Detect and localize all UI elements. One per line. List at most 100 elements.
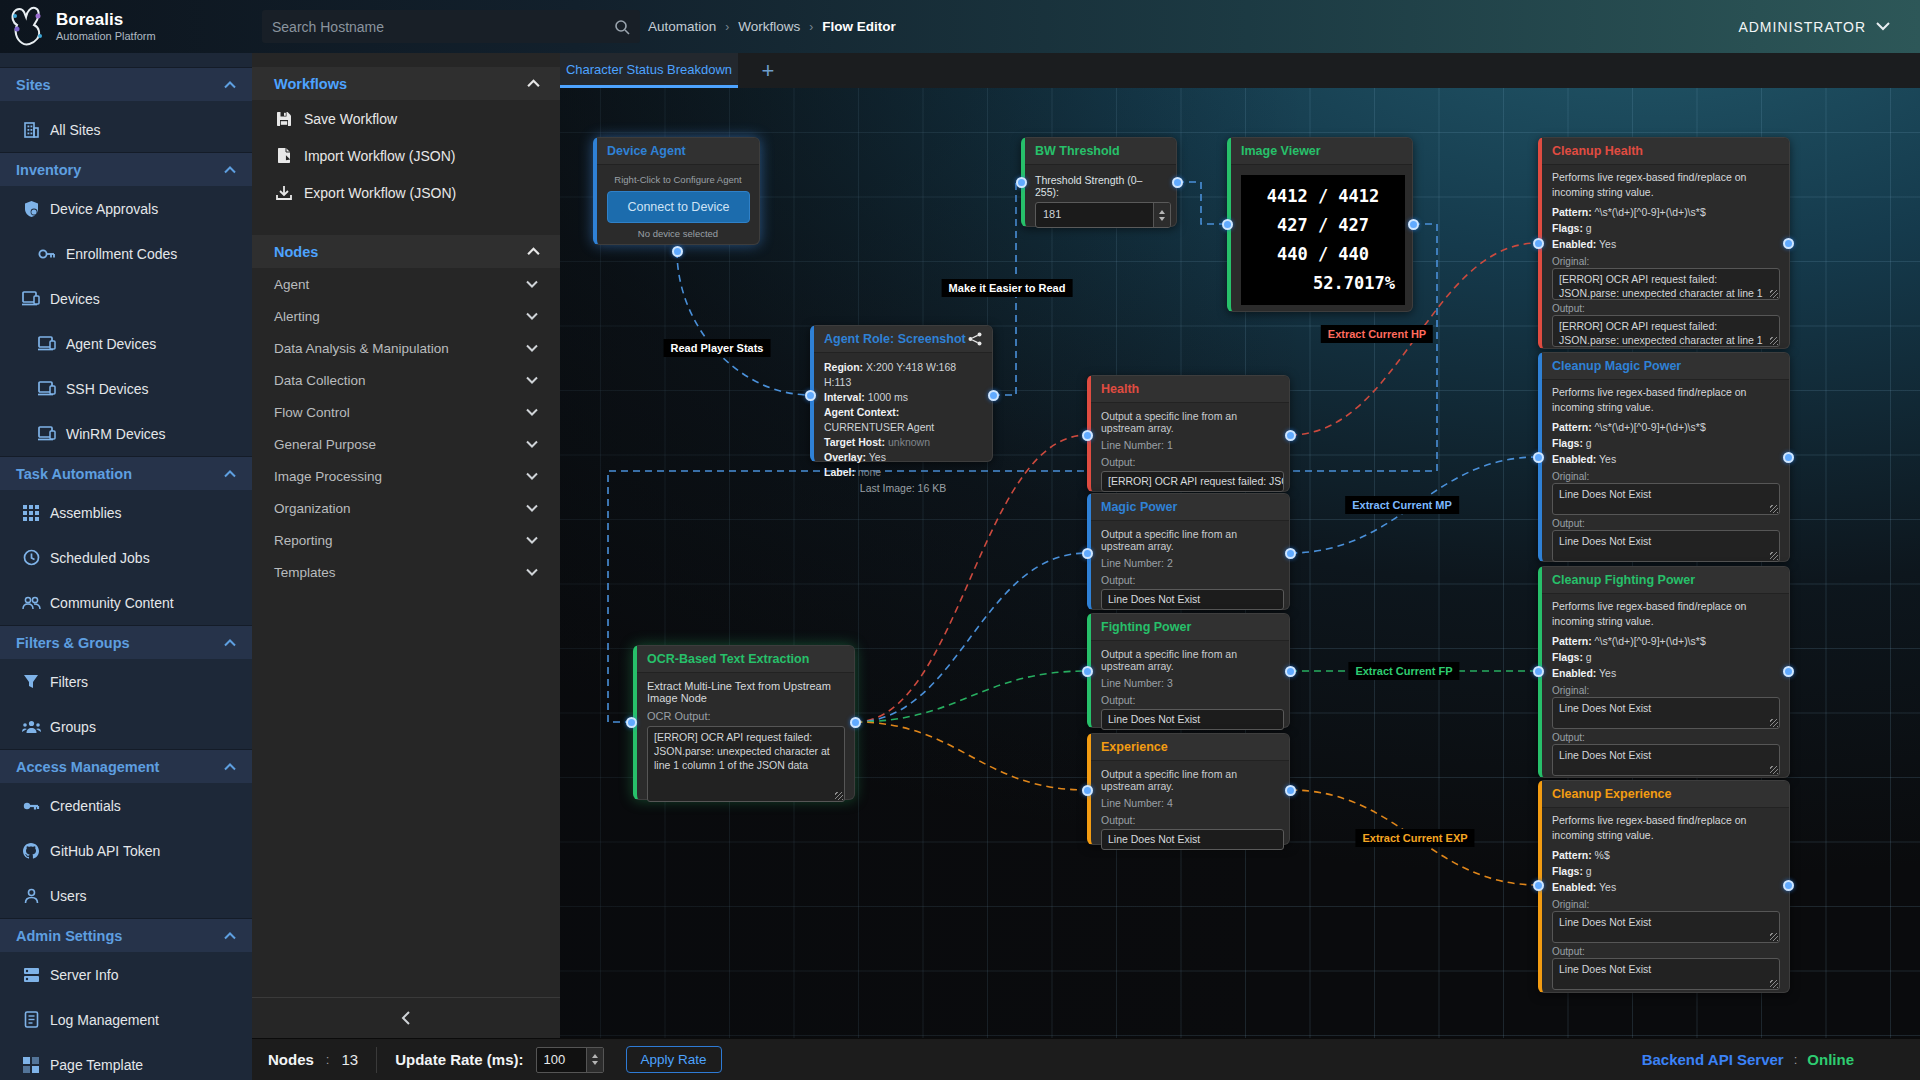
port-cleanup-exp-in[interactable]: [1533, 880, 1544, 891]
node-category-reporting[interactable]: Reporting: [252, 524, 560, 556]
port-cleanup-health-out[interactable]: [1783, 238, 1794, 249]
share-icon[interactable]: [968, 332, 982, 346]
sidebar-header-sites[interactable]: Sites: [0, 68, 252, 101]
port-cleanup-magic-out[interactable]: [1783, 452, 1794, 463]
cleanup-fighting-original[interactable]: Line Does Not Exist: [1552, 697, 1780, 729]
node-bw-threshold[interactable]: BW Threshold Threshold Strength (0–255):…: [1021, 137, 1177, 227]
node-magic-power[interactable]: Magic Power Output a specific line from …: [1087, 493, 1290, 610]
threshold-input[interactable]: 181: [1035, 202, 1171, 228]
node-health[interactable]: Health Output a specific line from an up…: [1087, 375, 1290, 492]
connect-to-device-button[interactable]: Connect to Device: [607, 191, 750, 223]
node-category-data-analysis[interactable]: Data Analysis & Manipulation: [252, 332, 560, 364]
sidebar-item-community-content[interactable]: Community Content: [0, 580, 252, 625]
node-device-agent[interactable]: Device Agent Right-Click to Configure Ag…: [593, 137, 760, 245]
port-screenshot-out[interactable]: [988, 390, 999, 401]
node-category-data-collection[interactable]: Data Collection: [252, 364, 560, 396]
sidebar-item-users[interactable]: Users: [0, 873, 252, 918]
update-rate-input[interactable]: 100: [536, 1047, 604, 1073]
sidebar-item-scheduled-jobs[interactable]: Scheduled Jobs: [0, 535, 252, 580]
cleanup-magic-output[interactable]: Line Does Not Exist: [1552, 530, 1780, 562]
node-cleanup-fighting-power[interactable]: Cleanup Fighting Power Performs live reg…: [1538, 566, 1790, 778]
flow-editor-surface[interactable]: Read Player Stats Make it Easier to Read…: [560, 88, 1920, 1038]
add-tab-button[interactable]: +: [738, 53, 798, 88]
node-category-general-purpose[interactable]: General Purpose: [252, 428, 560, 460]
sidebar-item-log-management[interactable]: Log Management: [0, 997, 252, 1042]
cleanup-magic-original[interactable]: Line Does Not Exist: [1552, 483, 1780, 515]
node-category-image-processing[interactable]: Image Processing: [252, 460, 560, 492]
sidebar-header-access-management[interactable]: Access Management: [0, 750, 252, 783]
node-category-agent[interactable]: Agent: [252, 268, 560, 300]
save-workflow-button[interactable]: Save Workflow: [252, 100, 560, 137]
port-health-out[interactable]: [1285, 430, 1296, 441]
port-fighting-in[interactable]: [1082, 666, 1093, 677]
port-bw-out[interactable]: [1172, 177, 1183, 188]
update-rate-stepper[interactable]: [586, 1048, 603, 1072]
node-cleanup-health[interactable]: Cleanup Health Performs live regex-based…: [1538, 137, 1790, 349]
port-cleanup-health-in[interactable]: [1533, 238, 1544, 249]
sidebar-item-all-sites[interactable]: All Sites: [0, 107, 252, 152]
sidebar-item-github-api-token[interactable]: GitHub API Token: [0, 828, 252, 873]
cleanup-health-original[interactable]: [ERROR] OCR API request failed: JSON.par…: [1552, 268, 1780, 300]
sidebar-item-assemblies[interactable]: Assemblies: [0, 490, 252, 535]
magic-power-output-field[interactable]: Line Does Not Exist: [1101, 589, 1284, 610]
cleanup-health-output[interactable]: [ERROR] OCR API request failed: JSON.par…: [1552, 315, 1780, 347]
sidebar-item-enrollment-codes[interactable]: Enrollment Codes: [0, 231, 252, 276]
sidebar-item-groups[interactable]: Groups: [0, 704, 252, 749]
node-category-flow-control[interactable]: Flow Control: [252, 396, 560, 428]
cleanup-exp-original[interactable]: Line Does Not Exist: [1552, 911, 1780, 943]
node-category-templates[interactable]: Templates: [252, 556, 560, 588]
search-input[interactable]: Search Hostname: [262, 10, 640, 43]
workflows-header[interactable]: Workflows: [252, 67, 560, 100]
port-experience-out[interactable]: [1285, 785, 1296, 796]
nodes-header[interactable]: Nodes: [252, 235, 560, 268]
sidebar-item-credentials[interactable]: Credentials: [0, 783, 252, 828]
export-workflow-button[interactable]: Export Workflow (JSON): [252, 174, 560, 211]
sidebar-header-admin-settings[interactable]: Admin Settings: [0, 919, 252, 952]
sidebar-header-inventory[interactable]: Inventory: [0, 153, 252, 186]
fighting-power-output-field[interactable]: Line Does Not Exist: [1101, 709, 1284, 730]
sidebar-item-device-approvals[interactable]: Device Approvals: [0, 186, 252, 231]
sidebar-header-task-automation[interactable]: Task Automation: [0, 457, 252, 490]
sidebar-item-devices[interactable]: Devices: [0, 276, 252, 321]
node-image-viewer[interactable]: Image Viewer 4412 / 4412 427 / 427 440 /…: [1227, 137, 1413, 312]
node-experience[interactable]: Experience Output a specific line from a…: [1087, 733, 1290, 845]
user-menu[interactable]: ADMINISTRATOR: [1738, 0, 1890, 53]
port-cleanup-fighting-in[interactable]: [1533, 666, 1544, 677]
node-fighting-power[interactable]: Fighting Power Output a specific line fr…: [1087, 613, 1290, 728]
node-cleanup-experience[interactable]: Cleanup Experience Performs live regex-b…: [1538, 780, 1790, 993]
port-device-agent-out[interactable]: [672, 246, 683, 257]
port-health-in[interactable]: [1082, 430, 1093, 441]
port-cleanup-magic-in[interactable]: [1533, 452, 1544, 463]
port-fighting-out[interactable]: [1285, 666, 1296, 677]
port-bw-in[interactable]: [1016, 177, 1027, 188]
port-ocr-in[interactable]: [626, 717, 637, 728]
tab-character-status-breakdown[interactable]: Character Status Breakdown: [560, 53, 738, 88]
port-cleanup-exp-out[interactable]: [1783, 880, 1794, 891]
sidebar-item-ssh-devices[interactable]: SSH Devices: [0, 366, 252, 411]
sidebar-item-server-info[interactable]: Server Info: [0, 952, 252, 997]
port-experience-in[interactable]: [1082, 785, 1093, 796]
port-magic-out[interactable]: [1285, 548, 1296, 559]
port-viewer-in[interactable]: [1222, 219, 1233, 230]
sidebar-item-agent-devices[interactable]: Agent Devices: [0, 321, 252, 366]
threshold-stepper[interactable]: [1153, 203, 1170, 227]
node-cleanup-magic-power[interactable]: Cleanup Magic Power Performs live regex-…: [1538, 352, 1790, 562]
sidebar-item-filters[interactable]: Filters: [0, 659, 252, 704]
experience-output-field[interactable]: Line Does Not Exist: [1101, 829, 1284, 850]
health-output-field[interactable]: [ERROR] OCR API request failed: JSON.par…: [1101, 471, 1284, 492]
apply-rate-button[interactable]: Apply Rate: [626, 1046, 722, 1073]
sidebar-item-winrm-devices[interactable]: WinRM Devices: [0, 411, 252, 456]
port-screenshot-in[interactable]: [805, 390, 816, 401]
collapse-panel-button[interactable]: [252, 997, 560, 1038]
node-agent-role-screenshot[interactable]: Agent Role: Screenshot Region: X:200 Y:4…: [810, 325, 993, 462]
sidebar-header-filters-groups[interactable]: Filters & Groups: [0, 626, 252, 659]
node-ocr-text-extraction[interactable]: OCR-Based Text Extraction Extract Multi-…: [633, 645, 855, 800]
node-category-organization[interactable]: Organization: [252, 492, 560, 524]
port-ocr-out[interactable]: [850, 717, 861, 728]
port-cleanup-fighting-out[interactable]: [1783, 666, 1794, 677]
port-magic-in[interactable]: [1082, 548, 1093, 559]
ocr-output-textarea[interactable]: [ERROR] OCR API request failed: JSON.par…: [647, 726, 845, 802]
cleanup-fighting-output[interactable]: Line Does Not Exist: [1552, 744, 1780, 776]
breadcrumb-automation[interactable]: Automation: [648, 19, 716, 34]
port-viewer-out[interactable]: [1408, 219, 1419, 230]
